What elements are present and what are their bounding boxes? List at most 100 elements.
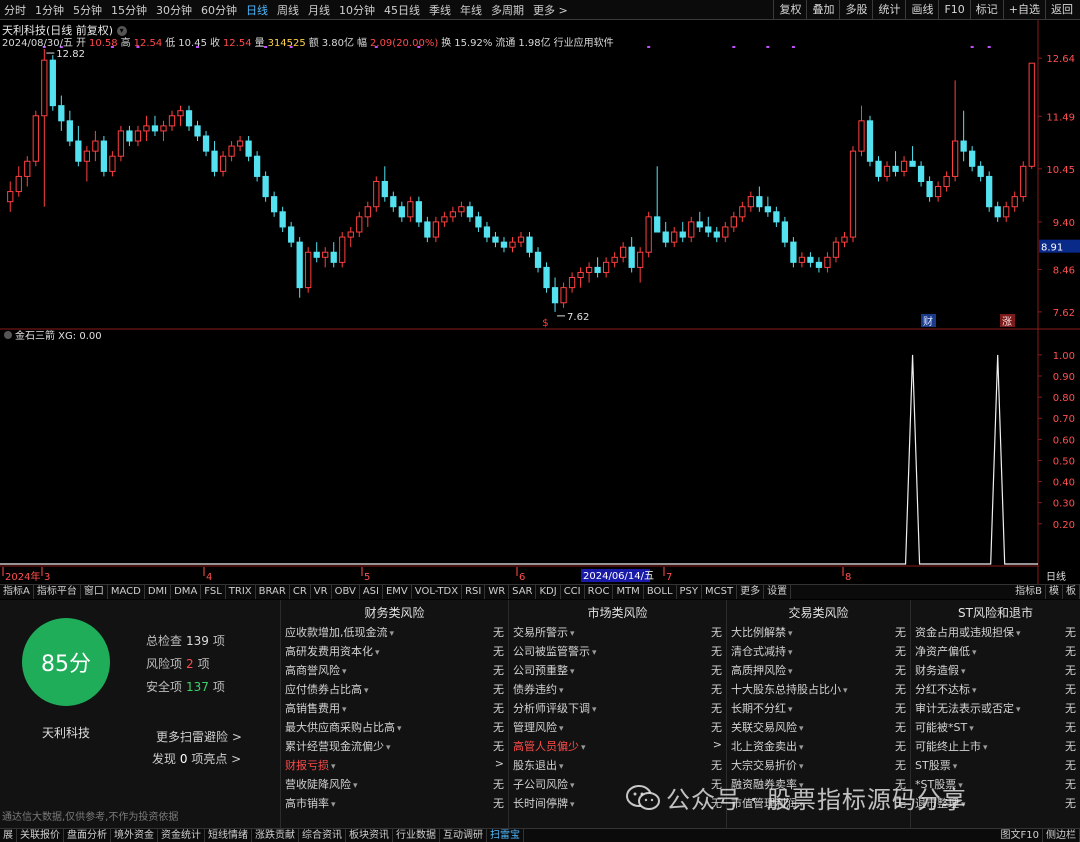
period-tab-11[interactable]: 季线 xyxy=(429,2,451,18)
period-tab-12[interactable]: 年线 xyxy=(460,2,482,18)
risk-row[interactable]: 审计无法表示或否定 ▾ 无 xyxy=(915,698,1076,717)
status-tab-7[interactable]: 综合资讯 xyxy=(299,829,346,842)
risk-row[interactable]: 净资产偏低 ▾ 无 xyxy=(915,641,1076,660)
status-tab-10[interactable]: 互动调研 xyxy=(440,829,487,842)
indicator-tab-12[interactable]: ASI xyxy=(360,585,383,599)
risk-row[interactable]: 可能被*ST ▾ 无 xyxy=(915,717,1076,736)
indicator-tab-11[interactable]: OBV xyxy=(332,585,360,599)
risk-row[interactable]: 大比例解禁 ▾ 无 xyxy=(731,622,906,641)
indicator-tab-22[interactable]: BOLL xyxy=(644,585,677,599)
indicator-tab-13[interactable]: EMV xyxy=(383,585,412,599)
highlights-link[interactable]: 发现 0 项亮点 > xyxy=(152,750,241,767)
status-right-1[interactable]: 侧边栏 xyxy=(1043,829,1080,842)
period-tab-10[interactable]: 45日线 xyxy=(384,2,420,18)
risk-row[interactable]: 高管人员偏少 ▾ > xyxy=(513,736,722,755)
risk-row[interactable]: 清仓式减持 ▾ 无 xyxy=(731,641,906,660)
risk-row[interactable]: 应付债券占比高 ▾ 无 xyxy=(285,679,504,698)
risk-row[interactable]: 管理风险 ▾ 无 xyxy=(513,717,722,736)
indicator-tab-9[interactable]: CR xyxy=(290,585,311,599)
risk-row[interactable]: 分红不达标 ▾ 无 xyxy=(915,679,1076,698)
risk-row[interactable]: 分析师评级下调 ▾ 无 xyxy=(513,698,722,717)
status-tab-9[interactable]: 行业数据 xyxy=(393,829,440,842)
indicator-tab-1[interactable]: 指标平台 xyxy=(34,585,81,599)
indicator-tab-right-1[interactable]: 模 xyxy=(1046,585,1063,599)
risk-row[interactable]: ST股票 ▾ 无 xyxy=(915,755,1076,774)
risk-row[interactable]: 十大股东总持股占比小 ▾ 无 xyxy=(731,679,906,698)
tool-button-7[interactable]: +自选 xyxy=(1002,0,1045,20)
status-tab-4[interactable]: 资金统计 xyxy=(158,829,205,842)
risk-row[interactable]: 高市销率 ▾ 无 xyxy=(285,793,504,812)
risk-row[interactable]: 大宗交易折价 ▾ 无 xyxy=(731,755,906,774)
indicator-tab-6[interactable]: FSL xyxy=(201,585,226,599)
risk-row[interactable]: 债券违约 ▾ 无 xyxy=(513,679,722,698)
risk-row[interactable]: 营收陡降风险 ▾ 无 xyxy=(285,774,504,793)
period-tab-2[interactable]: 5分钟 xyxy=(73,2,102,18)
risk-row[interactable]: 股东退出 ▾ 无 xyxy=(513,755,722,774)
indicator-tab-24[interactable]: MCST xyxy=(702,585,738,599)
tool-button-0[interactable]: 复权 xyxy=(773,0,806,20)
indicator-tab-7[interactable]: TRIX xyxy=(226,585,256,599)
indicator-tab-15[interactable]: RSI xyxy=(462,585,486,599)
indicator-tab-right-0[interactable]: 指标B xyxy=(1012,585,1046,599)
status-tab-3[interactable]: 境外资金 xyxy=(111,829,158,842)
risk-row[interactable]: 资金占用或违规担保 ▾ 无 xyxy=(915,622,1076,641)
indicator-tab-3[interactable]: MACD xyxy=(108,585,145,599)
risk-row[interactable]: 公司被监管警示 ▾ 无 xyxy=(513,641,722,660)
indicator-tab-2[interactable]: 窗口 xyxy=(81,585,108,599)
risk-row[interactable]: 关联交易风险 ▾ 无 xyxy=(731,717,906,736)
indicator-tab-14[interactable]: VOL-TDX xyxy=(412,585,463,599)
risk-row[interactable]: 高销售费用 ▾ 无 xyxy=(285,698,504,717)
period-tab-7[interactable]: 周线 xyxy=(277,2,299,18)
risk-row[interactable]: 北上资金卖出 ▾ 无 xyxy=(731,736,906,755)
period-tab-8[interactable]: 月线 xyxy=(308,2,330,18)
status-tab-1[interactable]: 关联报价 xyxy=(17,829,64,842)
indicator-tab-5[interactable]: DMA xyxy=(171,585,202,599)
risk-row[interactable]: 应收款增加,低现金流 ▾ 无 xyxy=(285,622,504,641)
risk-row[interactable]: 长期不分红 ▾ 无 xyxy=(731,698,906,717)
indicator-tab-16[interactable]: WR xyxy=(485,585,510,599)
indicator-tab-18[interactable]: KDJ xyxy=(536,585,561,599)
period-tab-4[interactable]: 30分钟 xyxy=(156,2,192,18)
tool-button-2[interactable]: 多股 xyxy=(839,0,872,20)
indicator-tab-21[interactable]: MTM xyxy=(613,585,644,599)
tool-button-3[interactable]: 统计 xyxy=(872,0,905,20)
indicator-tab-4[interactable]: DMI xyxy=(145,585,172,599)
risk-row[interactable]: 财报亏损 ▾ > xyxy=(285,755,504,774)
indicator-tab-10[interactable]: VR xyxy=(311,585,332,599)
tool-button-6[interactable]: 标记 xyxy=(969,0,1003,20)
chart-area[interactable]: 12.82 7.62 $ 财 涨 12.64 11.49 10.45 9.40 8.46 7.62… xyxy=(0,20,1080,585)
indicator-tab-26[interactable]: 设置 xyxy=(764,585,792,599)
status-tab-0[interactable]: 展 xyxy=(0,829,17,842)
indicator-tab-20[interactable]: ROC xyxy=(585,585,614,599)
indicator-tab-19[interactable]: CCI xyxy=(561,585,585,599)
indicator-tab-0[interactable]: 指标A xyxy=(0,585,34,599)
period-tab-14[interactable]: 更多 > xyxy=(533,2,568,18)
risk-row[interactable]: 高质押风险 ▾ 无 xyxy=(731,660,906,679)
risk-row[interactable]: 公司预重整 ▾ 无 xyxy=(513,660,722,679)
more-scan-link[interactable]: 更多扫雷避险 > xyxy=(156,728,242,745)
status-tab-6[interactable]: 涨跌贡献 xyxy=(252,829,299,842)
status-right-0[interactable]: 图文F10 xyxy=(998,829,1043,842)
tool-button-1[interactable]: 叠加 xyxy=(806,0,839,20)
period-tab-6[interactable]: 日线 xyxy=(246,2,268,18)
indicator-tab-8[interactable]: BRAR xyxy=(256,585,290,599)
risk-row[interactable]: 高商誉风险 ▾ 无 xyxy=(285,660,504,679)
indicator-tab-23[interactable]: PSY xyxy=(677,585,703,599)
tool-button-4[interactable]: 画线 xyxy=(905,0,938,20)
risk-row[interactable]: 财务造假 ▾ 无 xyxy=(915,660,1076,679)
risk-row[interactable]: 可能终止上市 ▾ 无 xyxy=(915,736,1076,755)
indicator-tab-right-2[interactable]: 板 xyxy=(1063,585,1080,599)
period-tab-0[interactable]: 分时 xyxy=(4,2,26,18)
status-tab-11[interactable]: 扫雷宝 xyxy=(487,829,524,842)
status-tab-2[interactable]: 盘面分析 xyxy=(64,829,111,842)
indicator-tab-25[interactable]: 更多 xyxy=(737,585,765,599)
period-tab-5[interactable]: 60分钟 xyxy=(201,2,237,18)
risk-row[interactable]: 最大供应商采购占比高 ▾ 无 xyxy=(285,717,504,736)
period-tab-1[interactable]: 1分钟 xyxy=(35,2,64,18)
period-tab-9[interactable]: 10分钟 xyxy=(339,2,375,18)
period-tab-13[interactable]: 多周期 xyxy=(491,2,524,18)
indicator-tab-17[interactable]: SAR xyxy=(509,585,537,599)
status-tab-5[interactable]: 短线情绪 xyxy=(205,829,252,842)
tool-button-8[interactable]: 返回 xyxy=(1045,0,1078,20)
risk-row[interactable]: 高研发费用资本化 ▾ 无 xyxy=(285,641,504,660)
